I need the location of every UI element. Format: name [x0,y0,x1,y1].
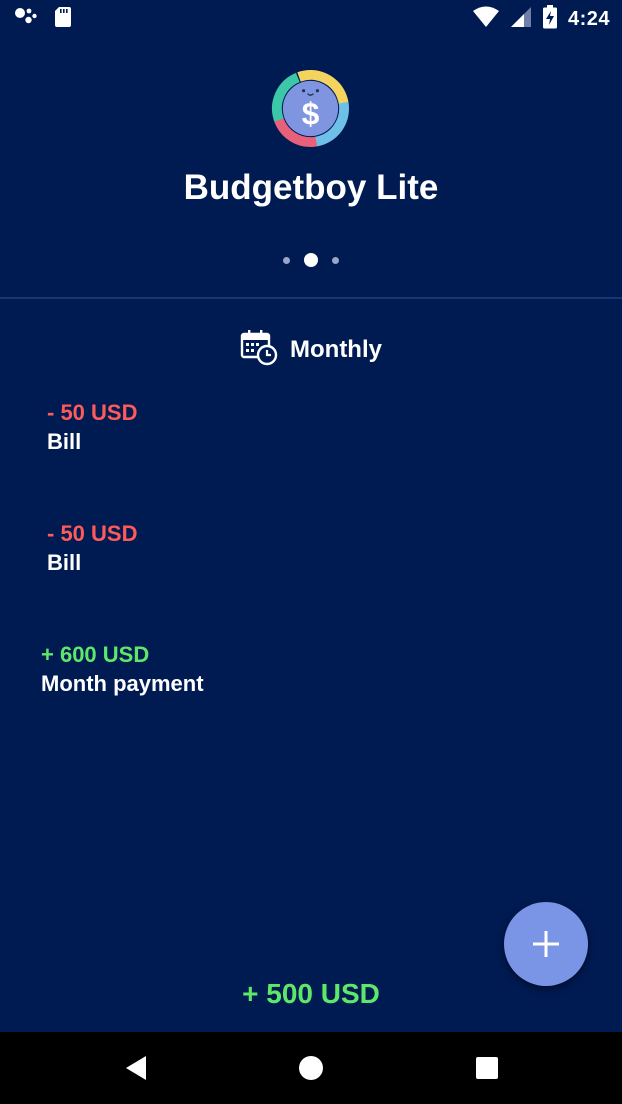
recents-button[interactable] [473,1054,501,1082]
back-button[interactable] [122,1054,150,1082]
transaction-amount: + 600 USD [41,642,150,667]
header-divider [0,297,622,299]
transaction-amount: - 50 USD [47,400,138,425]
page-dot-active[interactable] [304,253,318,267]
add-transaction-button[interactable] [504,902,588,986]
period-label: Monthly [290,335,382,363]
plus-icon [533,931,559,957]
status-bar-left [14,6,72,32]
transaction-item[interactable]: + 600 USD Month payment [41,641,204,699]
transaction-item[interactable]: - 50 USD Bill [47,520,137,578]
svg-text:$: $ [302,95,320,131]
transaction-amount: - 50 USD [47,521,138,546]
back-icon [126,1056,146,1080]
calendar-clock-icon [240,328,278,371]
dollar-coin-icon: $ [271,69,350,148]
transaction-item[interactable]: - 50 USD Bill [47,399,137,457]
page-dot[interactable] [332,256,339,264]
transaction-description: Bill [47,429,82,454]
status-clock: 4:24 [567,7,610,30]
app-screen: 4:24 $ Budgetboy Lite Monthly - 50 USD B… [0,0,622,1104]
assistant-dots-icon [14,6,38,33]
signal-icon [510,6,532,33]
period-selector[interactable]: Monthly [0,328,622,371]
status-bar-right: 4:24 [472,4,610,34]
home-button[interactable] [297,1054,325,1082]
home-icon [299,1056,323,1080]
transaction-description: Month payment [41,671,204,696]
page-indicator[interactable] [0,253,622,267]
battery-charging-icon [542,4,558,34]
page-dot[interactable] [283,256,290,264]
status-bar: 4:24 [0,0,622,38]
transaction-description: Bill [47,550,82,575]
recents-icon [476,1057,498,1079]
system-nav-bar [0,1032,622,1104]
wifi-icon [472,6,500,33]
app-logo: $ [271,69,350,148]
total-balance: + 500 USD [242,978,380,1009]
app-title: Budgetboy Lite [183,168,439,207]
sd-card-icon [54,6,72,33]
